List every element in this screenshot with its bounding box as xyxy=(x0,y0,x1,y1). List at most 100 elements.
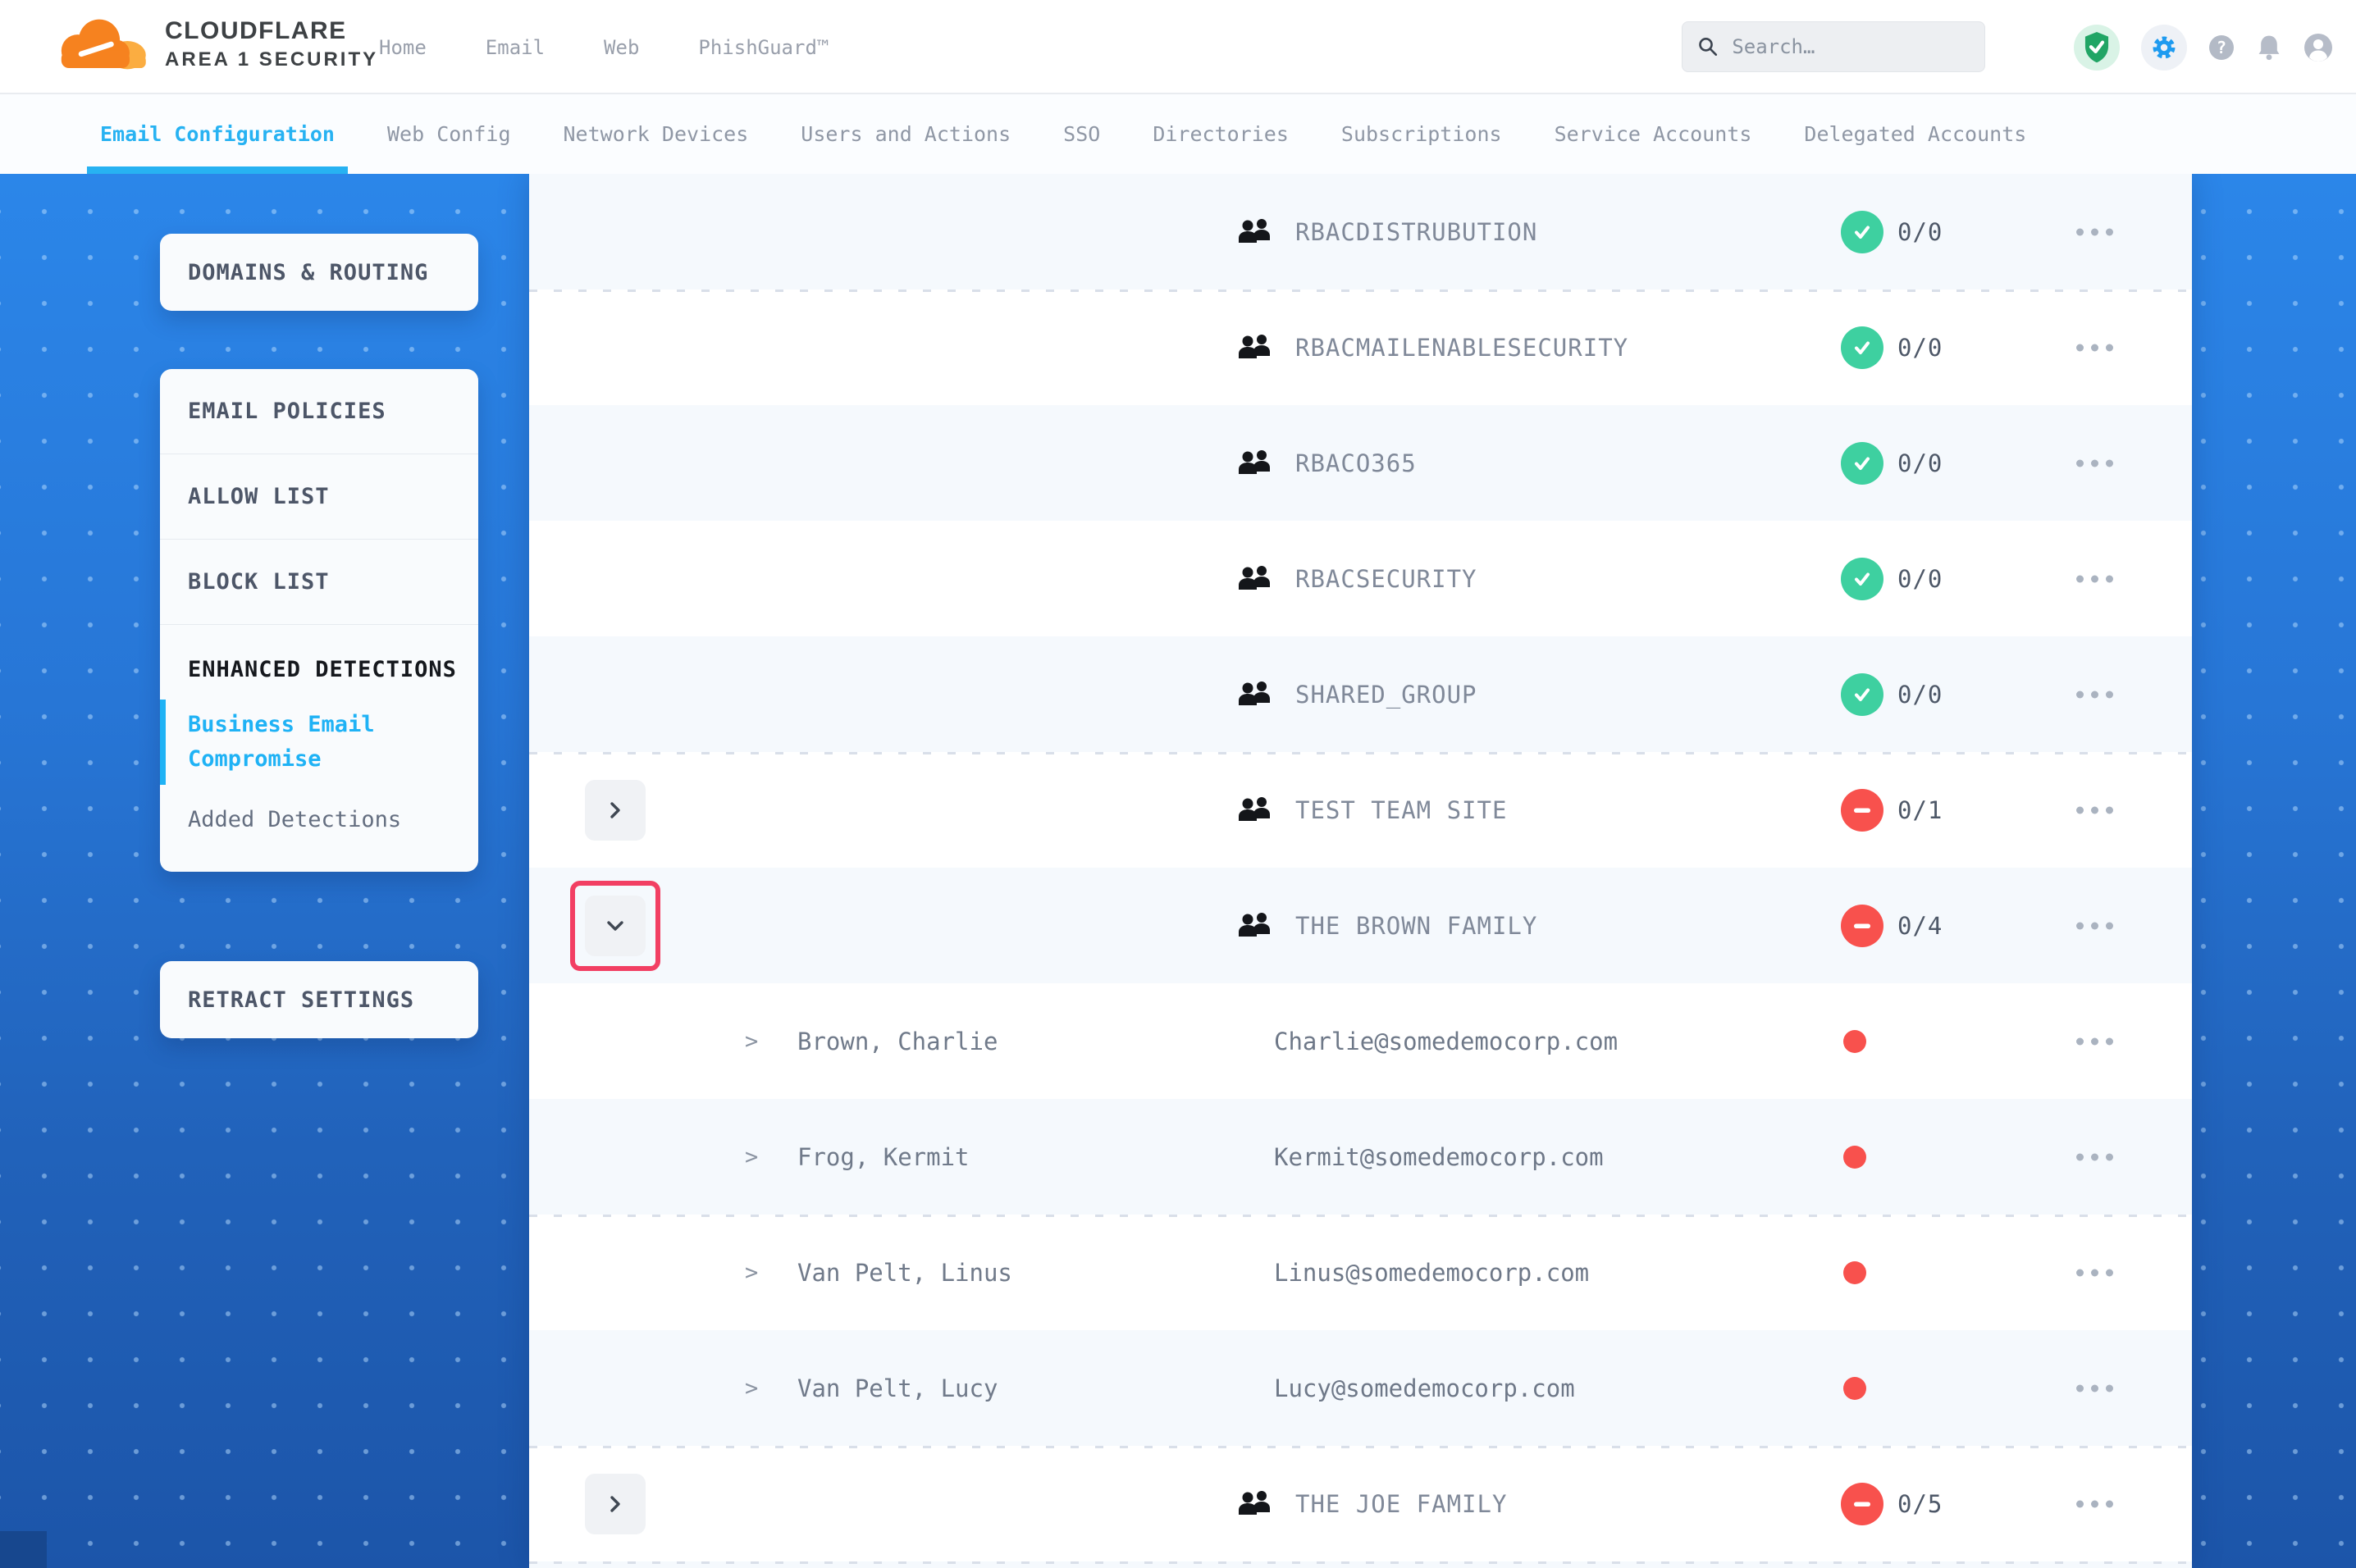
row-actions-menu[interactable] xyxy=(2068,1029,2121,1053)
status-alert-dot xyxy=(1843,1146,1866,1169)
member-row-brown-charlie: >Brown, CharlieCharlie@somedemocorp.com xyxy=(529,983,2192,1099)
expand-member-chevron[interactable]: > xyxy=(745,1144,758,1169)
sidebar-item-block-list[interactable]: BLOCK LIST xyxy=(160,540,478,625)
row-actions-menu[interactable] xyxy=(2068,798,2121,822)
sidebar-item-added-detections[interactable]: Added Detections xyxy=(160,790,478,850)
collapse-group-button[interactable] xyxy=(585,896,646,956)
member-row-van-pelt-lucy: >Van Pelt, LucyLucy@somedemocorp.com xyxy=(529,1330,2192,1446)
member-name: Frog, Kermit xyxy=(797,1143,970,1171)
sidebar-item-retract-settings[interactable]: RETRACT SETTINGS xyxy=(160,961,478,1038)
member-email: Lucy@somedemocorp.com xyxy=(1274,1374,1575,1402)
member-count: 0/0 xyxy=(1897,334,1943,362)
svg-text:?: ? xyxy=(2217,38,2226,57)
row-actions-menu[interactable] xyxy=(2068,682,2121,706)
group-icon xyxy=(1238,564,1274,594)
expand-member-chevron[interactable]: > xyxy=(745,1375,758,1401)
shield-check-icon[interactable] xyxy=(2074,25,2120,71)
tab-service-accounts[interactable]: Service Accounts xyxy=(1555,94,1752,174)
group-name: SHARED_GROUP xyxy=(1295,681,1477,709)
config-tabs: Email Configuration Web Config Network Dev… xyxy=(0,94,2356,174)
expand-group-button[interactable] xyxy=(585,780,646,841)
status-alert-dot xyxy=(1843,1261,1866,1284)
sidebar-card-policies: EMAIL POLICIESALLOW LISTBLOCK LIST ENHAN… xyxy=(160,369,478,872)
group-row-rbacdistrubution: RBACDISTRUBUTION 0/0 xyxy=(529,174,2192,289)
sidebar-card-retract: RETRACT SETTINGS xyxy=(160,961,478,1038)
nav-item-phishguard-[interactable]: PhishGuard™ xyxy=(698,36,829,59)
tab-email-configuration[interactable]: Email Configuration xyxy=(100,94,335,174)
row-actions-menu[interactable] xyxy=(2068,1145,2121,1169)
group-name: RBACO365 xyxy=(1295,449,1417,477)
member-count: 0/0 xyxy=(1897,449,1943,477)
enhanced-detections-section: ENHANCED DETECTIONS Business Email Compr… xyxy=(160,625,478,872)
account-icon[interactable] xyxy=(2303,33,2333,62)
group-row-rbacsecurity: RBACSECURITY0/0 xyxy=(529,521,2192,636)
enhanced-detections-title: ENHANCED DETECTIONS xyxy=(160,646,478,695)
top-nav: Home Email Web PhishGuard™ xyxy=(379,0,829,94)
row-actions-menu[interactable] xyxy=(2068,914,2121,937)
tab-network-devices[interactable]: Network Devices xyxy=(564,94,749,174)
brand-text: CLOUDFLARE AREA 1 SECURITY xyxy=(165,17,378,71)
group-row-rbacmailenablesecurity: RBACMAILENABLESECURITY 0/0 xyxy=(529,289,2192,405)
search-input[interactable] xyxy=(1730,34,1970,59)
tab-delegated-accounts[interactable]: Delegated Accounts xyxy=(1804,94,2026,174)
group-icon xyxy=(1238,217,1274,247)
row-actions-menu[interactable] xyxy=(2068,335,2121,359)
brand-name: CLOUDFLARE xyxy=(165,17,378,45)
row-actions-menu[interactable] xyxy=(2068,1260,2121,1284)
sidebar-item-domains-routing[interactable]: DOMAINS & ROUTING xyxy=(160,234,478,311)
tab-subscriptions[interactable]: Subscriptions xyxy=(1341,94,1502,174)
group-name: TEST TEAM SITE xyxy=(1295,796,1507,824)
status-alert-dot xyxy=(1843,1377,1866,1400)
group-name: THE BROWN FAMILY xyxy=(1295,912,1537,940)
policy-list: EMAIL POLICIESALLOW LISTBLOCK LIST xyxy=(160,369,478,625)
member-count: 0/4 xyxy=(1897,912,1943,940)
nav-item-home[interactable]: Home xyxy=(379,36,427,59)
row-actions-menu[interactable] xyxy=(2068,1492,2121,1516)
group-name: RBACSECURITY xyxy=(1295,565,1477,593)
member-count: 0/1 xyxy=(1897,796,1943,824)
help-icon[interactable]: ? xyxy=(2208,34,2235,61)
group-icon xyxy=(1238,1489,1274,1519)
group-row-the-joe-family: THE JOE FAMILY0/5 xyxy=(529,1446,2192,1561)
member-count: 0/0 xyxy=(1897,218,1943,246)
group-icon xyxy=(1238,795,1274,825)
search-box[interactable] xyxy=(1682,21,1985,72)
group-icon xyxy=(1238,911,1274,941)
expand-member-chevron[interactable]: > xyxy=(745,1260,758,1285)
gear-icon[interactable] xyxy=(2141,25,2187,71)
nav-item-web[interactable]: Web xyxy=(604,36,639,59)
tab-sso[interactable]: SSO xyxy=(1063,94,1100,174)
member-email: Linus@somedemocorp.com xyxy=(1274,1259,1589,1287)
status-blocked-badge xyxy=(1841,905,1883,947)
enhanced-detections-list: Business Email CompromiseAdded Detection… xyxy=(160,695,478,850)
cloudflare-logo[interactable]: CLOUDFLARE AREA 1 SECURITY xyxy=(45,7,378,82)
groups-table: RBACDISTRUBUTION0/0RBACMAILENABLESECURIT… xyxy=(529,174,2192,1568)
member-name: Brown, Charlie xyxy=(797,1028,998,1055)
member-row-frog-kermit: >Frog, KermitKermit@somedemocorp.com xyxy=(529,1099,2192,1215)
group-name: RBACMAILENABLESECURITY xyxy=(1295,334,1628,362)
nav-item-email[interactable]: Email xyxy=(486,36,545,59)
expand-member-chevron[interactable]: > xyxy=(745,1028,758,1054)
sidebar-item-email-policies[interactable]: EMAIL POLICIES xyxy=(160,369,478,454)
group-row-rbaco365: RBACO365 0/0 xyxy=(529,405,2192,521)
member-name: Van Pelt, Linus xyxy=(797,1259,1012,1287)
status-check-badge xyxy=(1841,326,1883,369)
group-name: RBACDISTRUBUTION xyxy=(1295,218,1537,246)
tab-web-config[interactable]: Web Config xyxy=(387,94,511,174)
group-row-shared-group: SHARED_GROUP0/0 xyxy=(529,636,2192,752)
tab-directories[interactable]: Directories xyxy=(1153,94,1289,174)
member-row-van-pelt-linus: > Van Pelt, Linus Linus@somedemocorp.com xyxy=(529,1215,2192,1330)
row-actions-menu[interactable] xyxy=(2068,1376,2121,1400)
sidebar-item-business-email-compromise[interactable]: Business Email Compromise xyxy=(160,695,478,790)
status-check-badge xyxy=(1841,442,1883,485)
group-row-the-brown-family: THE BROWN FAMILY 0/4 xyxy=(529,868,2192,983)
row-actions-menu[interactable] xyxy=(2068,451,2121,475)
row-actions-menu[interactable] xyxy=(2068,220,2121,244)
expand-group-button[interactable] xyxy=(585,1474,646,1534)
tab-users-and-actions[interactable]: Users and Actions xyxy=(801,94,1011,174)
bell-icon[interactable] xyxy=(2256,34,2282,62)
row-actions-menu[interactable] xyxy=(2068,567,2121,590)
sidebar-item-allow-list[interactable]: ALLOW LIST xyxy=(160,454,478,540)
status-check-badge xyxy=(1841,211,1883,253)
top-header: CLOUDFLARE AREA 1 SECURITY Home Email Web P… xyxy=(0,0,2356,94)
